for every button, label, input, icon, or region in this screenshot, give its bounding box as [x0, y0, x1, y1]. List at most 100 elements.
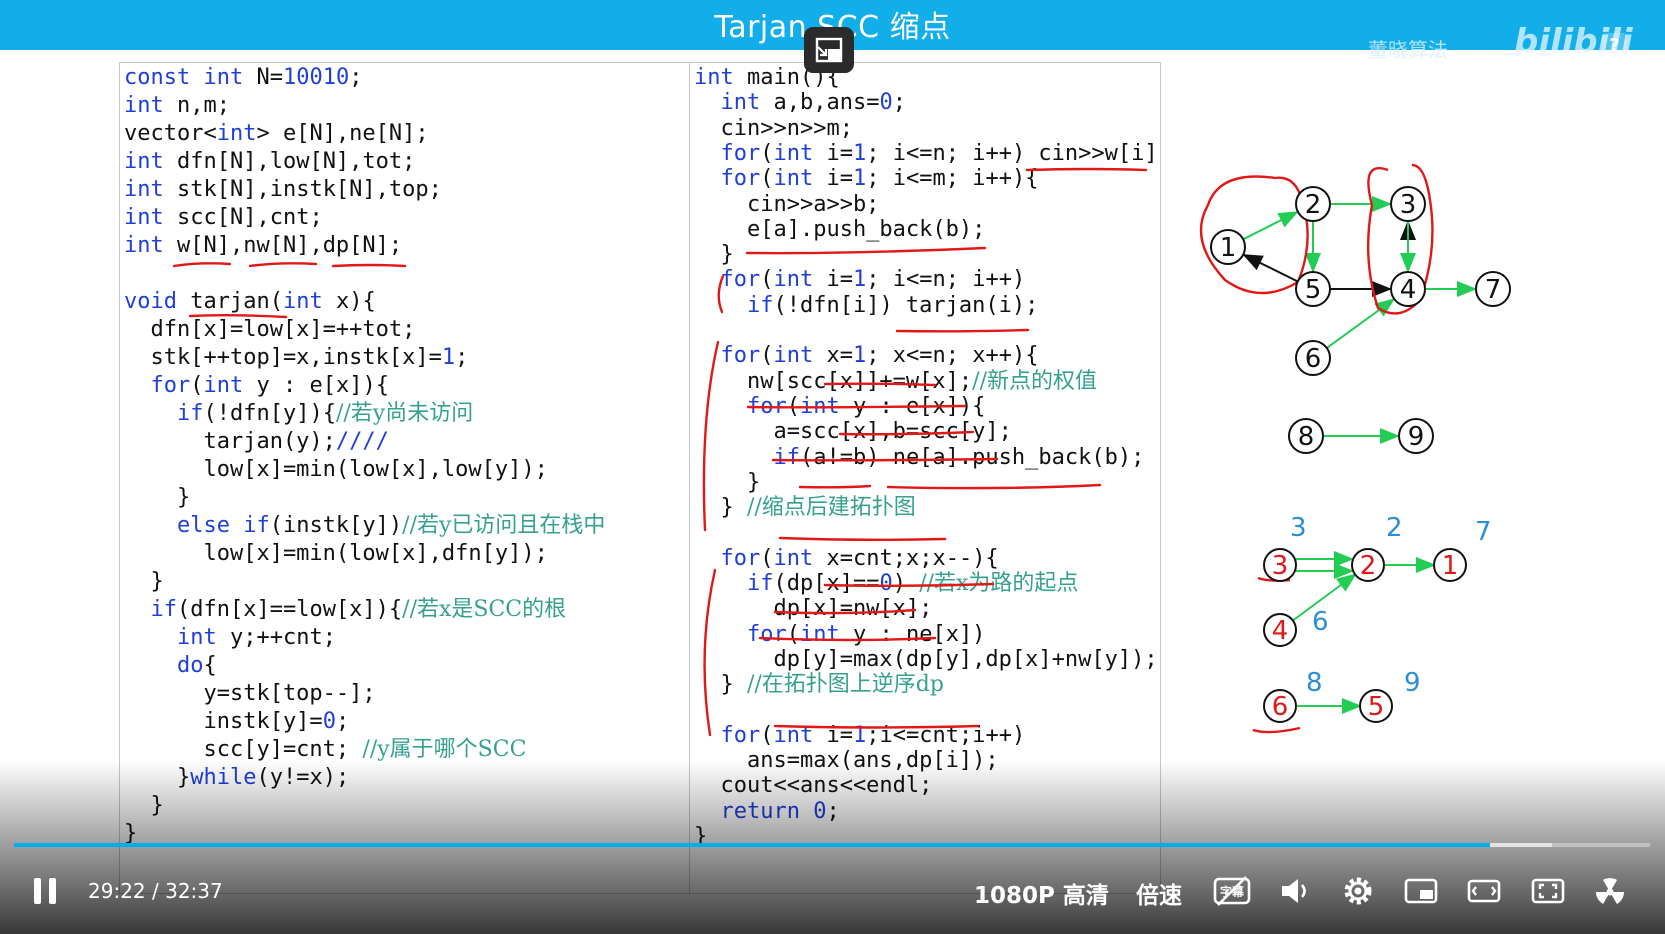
code-token: dp[x]=nw[x]; [694, 596, 933, 622]
code-token: for [746, 393, 787, 419]
progress-played [14, 843, 1490, 847]
dag-node-label: 6 [1272, 692, 1289, 722]
code-token: //新点的权值 [972, 368, 1097, 394]
code-token: int [694, 65, 734, 90]
volume-button[interactable] [1278, 874, 1314, 908]
code-token: //y属于哪个SCC [362, 737, 527, 762]
code-token: 10010 [282, 65, 350, 90]
code-token: low[x]=min(low[x],low[y]); [124, 457, 548, 482]
code-line: do{ [124, 653, 217, 679]
code-line: } //在拓扑图上逆序dp [694, 672, 944, 698]
code-token: //若y尚未访问 [335, 401, 474, 426]
code-line: cin>>n>>m; [694, 116, 852, 142]
code-line: else if(instk[y])//若y已访问且在栈中 [124, 513, 605, 539]
code-token: 1 [441, 345, 456, 370]
pause-button[interactable] [32, 876, 60, 906]
code-line: tarjan(y);//// [124, 429, 389, 455]
code-token: instk[y]= [124, 709, 323, 734]
code-token: vector< [124, 121, 217, 146]
code-token: stk[++top]=x,instk[x]= [124, 345, 442, 370]
code-token: int [720, 90, 761, 116]
code-token: N= [243, 65, 283, 90]
code-token: tarjan( [176, 289, 283, 314]
code-token: scc[y]=cnt; [124, 737, 363, 762]
code-line: for(int x=1; x<=n; x++){ [694, 343, 1039, 369]
code-token: //缩点后建拓扑图 [746, 495, 916, 521]
danmaku-icon [1596, 878, 1624, 904]
speed-button[interactable]: 倍速 [1136, 876, 1182, 910]
code-token: int [203, 373, 244, 398]
code-line: for(int y : e[x]){ [694, 394, 985, 420]
code-line: int stk[N],instk[N],top; [124, 177, 442, 203]
code-token: int [773, 545, 814, 571]
fullscreen-icon [1531, 878, 1565, 904]
dag-weight-label: 7 [1475, 517, 1492, 547]
code-line: for(int i=1;i<=cnt;i++) [694, 722, 1026, 749]
code-token: low[x]=min(low[x],dfn[y]); [124, 541, 548, 566]
settings-button[interactable] [1340, 874, 1376, 908]
code-line: const int N=10010; [124, 65, 362, 91]
pip-button[interactable] [1403, 874, 1439, 908]
graph-node-label: 5 [1305, 275, 1322, 305]
exit-pip-button[interactable] [804, 27, 854, 73]
graph-edge [1242, 211, 1299, 241]
code-line: low[x]=min(low[x],dfn[y]); [124, 541, 548, 567]
code-token: 1 [853, 140, 867, 166]
code-token: (dp[x]== [773, 571, 880, 596]
quality-button[interactable]: 1080P 高清 [974, 876, 1109, 910]
danmaku-button[interactable] [1592, 874, 1628, 908]
code-token: ( [760, 166, 774, 192]
code-token: int [124, 205, 164, 230]
widescreen-button[interactable] [1466, 874, 1502, 908]
help-icon[interactable]: ? [1602, 33, 1627, 58]
fullscreen-button[interactable] [1530, 874, 1566, 908]
code-token: (a!=b) ne[a].push_back(b); [799, 444, 1145, 470]
code-token: int [773, 267, 814, 293]
code-line: if(!dfn[i]) tarjan(i); [694, 293, 1038, 319]
pip-icon [1404, 878, 1438, 904]
code-token: int [216, 121, 257, 146]
code-token: y : ne[x]) [839, 621, 986, 647]
code-token: { [203, 653, 217, 678]
dag-node-label: 2 [1360, 551, 1377, 581]
code-token: y : e[x]){ [243, 373, 389, 398]
code-token: //// [335, 429, 389, 454]
code-token: ; [892, 90, 906, 116]
widescreen-icon [1467, 879, 1501, 903]
code-line: for(int i=1; i<=m; i++){ [694, 166, 1039, 192]
code-token: const int [124, 65, 244, 90]
code-token: if [150, 597, 178, 622]
code-line: int w[N],nw[N],dp[N]; [124, 233, 402, 259]
code-token: ( [786, 393, 800, 419]
code-line: int scc[N],cnt; [124, 205, 323, 231]
code-line: cin>>a>>b; [694, 192, 879, 218]
code-token: e[a].push_back(b); [694, 216, 986, 242]
dag-weight-label: 2 [1386, 513, 1403, 543]
code-token: ( [190, 373, 204, 398]
code-token: cin>>a>>b; [694, 191, 880, 217]
code-line: a=scc[x],b=scc[y]; [694, 419, 1011, 445]
code-token: int [282, 289, 323, 314]
graph-diagram: 12 345678 93 2 146 53 2 768 9 [1199, 163, 1511, 734]
code-token: ;i<=cnt;i++) [866, 722, 1026, 748]
code-token: //若x为路的起点 [919, 571, 1079, 596]
progress-bar[interactable] [14, 843, 1650, 847]
code-token: do [176, 653, 204, 678]
code-token: } [694, 672, 747, 698]
code-line: low[x]=min(low[x],low[y]); [124, 457, 548, 483]
code-line: vector<int> e[N],ne[N]; [124, 121, 429, 147]
code-token: } [124, 569, 164, 594]
code-token: tarjan(y); [124, 429, 336, 454]
code-token: nw[scc[x]]+=w[x]; [694, 368, 973, 394]
code-token: dfn[N],low[N],tot; [163, 149, 416, 174]
code-token: ( [760, 545, 774, 571]
code-token: scc[N],cnt; [163, 205, 323, 230]
subtitle-button[interactable]: 字幕 [1212, 874, 1251, 908]
